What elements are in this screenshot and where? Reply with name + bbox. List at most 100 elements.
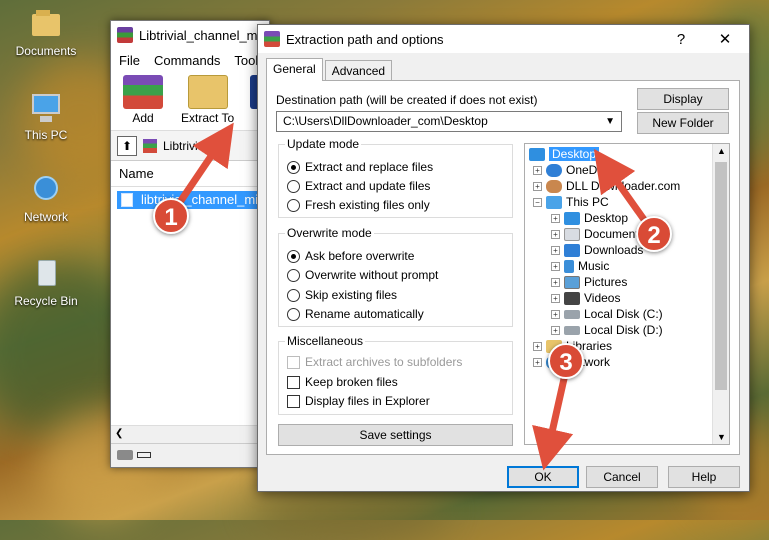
desktop-icon-network[interactable]: Network — [8, 172, 84, 224]
expand-icon[interactable]: + — [533, 341, 542, 351]
help-title-button[interactable]: ? — [659, 25, 703, 53]
option-overwrite-without-prompt[interactable]: Overwrite without prompt — [287, 268, 438, 282]
tree-item-onedrive[interactable]: + OneDrive — [533, 162, 617, 178]
videos-icon — [564, 291, 580, 305]
user-icon — [546, 179, 562, 193]
option-label: Extract archives to subfolders — [305, 355, 463, 369]
help-button[interactable]: Help — [668, 466, 740, 488]
extraction-dialog: Extraction path and options ? ✕ General … — [257, 24, 750, 492]
dialog-tabs: General Advanced — [266, 58, 394, 81]
drive-icon — [564, 325, 580, 335]
option-label: Extract and update files — [305, 179, 431, 193]
option-skip-existing[interactable]: Skip existing files — [287, 288, 397, 302]
expand-icon[interactable]: + — [551, 309, 560, 319]
expand-icon[interactable]: + — [551, 229, 560, 239]
download-icon — [564, 243, 580, 257]
scrollbar-thumb[interactable] — [715, 162, 727, 390]
radio-button — [287, 268, 300, 282]
expand-icon[interactable]: + — [551, 261, 560, 271]
tab-advanced[interactable]: Advanced — [324, 60, 393, 81]
tree-item-videos[interactable]: + Videos — [551, 290, 620, 306]
tree-item-user[interactable]: + DLL Downloader.com — [533, 178, 680, 194]
radio-button — [287, 198, 300, 212]
horizontal-scrollbar[interactable]: ❮ — [111, 425, 269, 443]
display-button[interactable]: Display — [637, 88, 729, 110]
option-label: Skip existing files — [305, 288, 398, 302]
tree-item-pictures[interactable]: + Pictures — [551, 274, 627, 290]
miscellaneous-group: Miscellaneous Extract archives to subfol… — [278, 334, 513, 415]
expand-icon[interactable]: + — [551, 277, 560, 287]
folder-tree[interactable]: Desktop + OneDrive + DLL Downloader.com … — [524, 143, 730, 445]
overwrite-mode-group: Overwrite mode Ask before overwrite Over… — [278, 226, 513, 327]
desktop-icon — [564, 211, 580, 225]
tree-vertical-scrollbar[interactable]: ▲ ▼ — [712, 144, 729, 444]
new-folder-button[interactable]: New Folder — [637, 112, 729, 134]
option-label: Extract and replace files — [305, 160, 434, 174]
desktop-icon-documents[interactable]: Documents — [8, 6, 84, 58]
menu-commands[interactable]: Commands — [154, 53, 220, 68]
address-path[interactable]: Libtrivial_ch — [163, 139, 226, 153]
winrar-status-bar — [111, 443, 269, 467]
expand-icon[interactable]: + — [533, 165, 542, 175]
computer-icon — [546, 195, 562, 209]
option-fresh-existing[interactable]: Fresh existing files only — [287, 198, 430, 212]
cancel-button[interactable]: Cancel — [586, 466, 658, 488]
winrar-title-bar[interactable]: Libtrivial_channel_m — [111, 21, 269, 49]
winrar-address-bar: ⬆ Libtrivial_ch — [111, 131, 269, 161]
dialog-title-bar[interactable]: Extraction path and options ? ✕ — [258, 25, 749, 53]
expand-icon[interactable]: + — [533, 181, 542, 191]
drive-icon — [564, 309, 580, 319]
add-label: Add — [132, 111, 154, 125]
tab-general[interactable]: General — [266, 58, 323, 81]
desktop-icon-this-pc[interactable]: This PC — [8, 90, 84, 142]
expand-icon[interactable]: + — [551, 213, 560, 223]
radio-button — [287, 307, 300, 321]
file-row-selected[interactable]: libtrivial_channel_mi — [117, 191, 263, 209]
menu-file[interactable]: File — [119, 53, 140, 68]
radio-button — [287, 249, 300, 263]
tree-item-local-disk-d[interactable]: + Local Disk (D:) — [551, 322, 663, 338]
recycle-bin-icon — [26, 256, 66, 292]
tree-item-this-pc[interactable]: − This PC — [533, 194, 609, 210]
option-label: Fresh existing files only — [305, 198, 430, 212]
up-arrow-icon: ⬆ — [121, 138, 133, 153]
option-label: Rename automatically — [305, 307, 424, 321]
close-button[interactable]: ✕ — [703, 25, 747, 53]
option-keep-broken-files[interactable]: Keep broken files — [287, 375, 398, 389]
save-settings-button[interactable]: Save settings — [278, 424, 513, 446]
winrar-window: Libtrivial_channel_m File Commands Tools… — [110, 20, 274, 468]
destination-path-input[interactable]: C:\Users\DllDownloader_com\Desktop ▼ — [276, 111, 622, 132]
option-rename-automatically[interactable]: Rename automatically — [287, 307, 424, 321]
tree-item-music[interactable]: + Music — [551, 258, 609, 274]
tree-item-documents[interactable]: + Documents — [551, 226, 645, 242]
add-button[interactable]: Add — [123, 75, 163, 125]
ok-button[interactable]: OK — [507, 466, 579, 488]
pictures-icon — [564, 275, 580, 289]
desktop-icon — [529, 147, 545, 161]
tree-item-local-disk-c[interactable]: + Local Disk (C:) — [551, 306, 663, 322]
radio-button — [287, 179, 300, 193]
option-label: Ask before overwrite — [305, 249, 415, 263]
desktop-icon-label: Documents — [15, 44, 77, 58]
option-extract-replace[interactable]: Extract and replace files — [287, 160, 433, 174]
tree-item-downloads[interactable]: + Downloads — [551, 242, 643, 258]
tree-item-desktop[interactable]: Desktop — [529, 146, 600, 162]
tree-item-pc-desktop[interactable]: + Desktop — [551, 210, 628, 226]
expand-icon[interactable]: + — [551, 245, 560, 255]
column-header-name[interactable]: Name — [111, 161, 269, 187]
extract-to-button[interactable]: Extract To — [181, 75, 234, 125]
expand-icon[interactable]: + — [533, 357, 542, 367]
option-ask-before-overwrite[interactable]: Ask before overwrite — [287, 249, 414, 263]
collapse-icon[interactable]: − — [533, 197, 542, 207]
archive-icon — [143, 138, 157, 153]
general-panel: Destination path (will be created if doe… — [266, 80, 740, 455]
up-folder-button[interactable]: ⬆ — [117, 135, 137, 156]
expand-icon[interactable]: + — [551, 325, 560, 335]
winrar-toolbar: Add Extract To T — [111, 71, 274, 131]
expand-icon[interactable]: + — [551, 293, 560, 303]
documents-icon — [564, 227, 580, 241]
desktop-icon-recycle-bin[interactable]: Recycle Bin — [8, 256, 84, 308]
option-display-in-explorer[interactable]: Display files in Explorer — [287, 394, 430, 408]
option-extract-update[interactable]: Extract and update files — [287, 179, 430, 193]
folder-icon — [26, 6, 66, 42]
